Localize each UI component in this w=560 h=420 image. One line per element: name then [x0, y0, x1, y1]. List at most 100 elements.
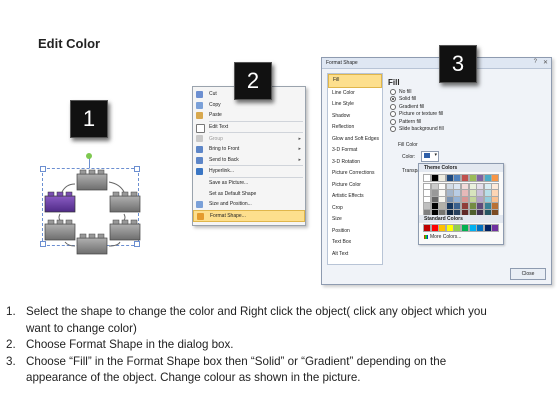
color-palette-dropdown: Theme Colors Standard Colors More Colors…	[418, 163, 504, 245]
category-picture-color[interactable]: Picture Color	[328, 180, 382, 192]
menu-item-label: Save as Picture...	[209, 180, 249, 187]
menu-item-bring-to-front[interactable]: Bring to Front ▸	[193, 144, 305, 155]
more-colors-item[interactable]: More Colors...	[424, 234, 461, 240]
menu-item-label: Set as Default Shape	[209, 190, 257, 197]
radio-pattern-fill[interactable]: Pattern fill	[390, 118, 470, 126]
instruction-text: want to change color)	[26, 321, 137, 335]
send-back-icon	[196, 156, 203, 164]
dialog-title: Format Shape	[326, 60, 358, 66]
radio-picture-fill[interactable]: Picture or texture fill	[390, 111, 470, 119]
dialog-titlebar: Format Shape ? ✕	[322, 58, 551, 69]
paste-icon	[196, 112, 203, 120]
color-swatch[interactable]	[491, 174, 500, 182]
menu-item-save-as-picture[interactable]: Save as Picture...	[193, 178, 305, 189]
menu-item-format-shape[interactable]: Format Shape...	[193, 209, 305, 223]
brick-bottom[interactable]	[76, 233, 108, 255]
menu-item-copy[interactable]: Copy	[193, 100, 305, 111]
rotation-handle[interactable]	[86, 153, 92, 159]
submenu-arrow-icon: ▸	[298, 156, 301, 163]
radio-solid-fill[interactable]: Solid fill	[390, 96, 470, 104]
standard-colors-heading: Standard Colors	[424, 216, 463, 222]
menu-item-label: Send to Back	[209, 156, 239, 163]
menu-item-label: Paste	[209, 112, 222, 119]
radio-dot	[390, 103, 396, 110]
instruction-1: 1. Select the shape to change the color …	[6, 304, 546, 337]
menu-item-group[interactable]: Group ▸	[193, 133, 305, 144]
menu-item-label: Hyperlink...	[209, 168, 235, 175]
menu-item-size-and-position[interactable]: Size and Position...	[193, 199, 305, 210]
submenu-arrow-icon: ▸	[298, 146, 301, 153]
category-shadow[interactable]: Shadow	[328, 111, 382, 123]
color-wheel-icon	[424, 235, 428, 239]
radio-dot	[390, 88, 396, 95]
instruction-text: Choose Format Shape in the dialog box.	[26, 338, 234, 351]
instructions: 1. Select the shape to change the color …	[6, 304, 546, 387]
category-crop[interactable]: Crop	[328, 203, 382, 215]
brick-right[interactable]	[109, 191, 141, 213]
brick-bottom-left[interactable]	[44, 219, 76, 241]
copy-icon	[196, 101, 203, 109]
radio-gradient-fill[interactable]: Gradient fill	[390, 103, 470, 111]
page-title: Edit Color	[38, 36, 101, 51]
menu-item-hyperlink[interactable]: Hyperlink...	[193, 166, 305, 177]
format-shape-icon	[197, 212, 204, 220]
menu-item-edit-text[interactable]: Edit Text	[193, 122, 305, 133]
fill-options: No fill Solid fill Gradient fill Picture…	[390, 88, 470, 133]
standard-color-grid	[423, 224, 501, 232]
menu-item-label: Group	[209, 135, 223, 142]
radio-dot	[390, 96, 396, 103]
menu-item-set-default-shape[interactable]: Set as Default Shape	[193, 188, 305, 199]
step-badge-2: 2	[234, 62, 272, 100]
menu-item-label: Edit Text	[209, 124, 229, 131]
brick-top[interactable]	[76, 169, 108, 191]
category-list: Fill Line Color Line Style Shadow Reflec…	[327, 73, 383, 265]
instruction-3: 3. Choose “Fill” in the Format Shape box…	[6, 354, 546, 387]
category-line-color[interactable]: Line Color	[328, 88, 382, 100]
category-picture-corrections[interactable]: Picture Corrections	[328, 168, 382, 180]
help-icon[interactable]: ?	[534, 59, 537, 65]
category-fill[interactable]: Fill	[328, 74, 382, 88]
group-icon	[196, 135, 203, 143]
category-3d-rotation[interactable]: 3-D Rotation	[328, 157, 382, 169]
fill-heading: Fill	[388, 78, 400, 87]
default-shape-icon	[196, 190, 203, 197]
paint-bucket-icon	[424, 153, 430, 158]
save-picture-icon	[196, 180, 203, 187]
color-picker-button[interactable]: ▾	[421, 151, 439, 162]
menu-item-send-to-back[interactable]: Send to Back ▸	[193, 155, 305, 166]
radio-dot	[390, 118, 396, 125]
category-alt-text[interactable]: Alt Text	[328, 249, 382, 261]
category-position[interactable]: Position	[328, 226, 382, 238]
step-badge-3: 3	[439, 45, 477, 83]
menu-item-label: Bring to Front	[209, 146, 240, 153]
hyperlink-icon	[196, 168, 203, 176]
instruction-number: 1.	[6, 305, 16, 318]
instruction-text: Select the shape to change the color and…	[26, 305, 487, 318]
category-glow[interactable]: Glow and Soft Edges	[328, 134, 382, 146]
brick-left-selected[interactable]	[44, 191, 76, 213]
category-artistic-effects[interactable]: Artistic Effects	[328, 191, 382, 203]
category-reflection[interactable]: Reflection	[328, 122, 382, 134]
color-label: Color:	[402, 154, 416, 160]
instruction-text: appearance of the object. Change colour …	[26, 371, 361, 384]
brick-bottom-right[interactable]	[109, 219, 141, 241]
radio-label: Pattern fill	[399, 118, 422, 125]
instruction-number: 2.	[6, 338, 16, 351]
theme-color-grid	[423, 174, 501, 217]
brick-diagram	[44, 169, 141, 255]
menu-item-paste[interactable]: Paste	[193, 110, 305, 121]
radio-label: Slide background fill	[399, 126, 444, 133]
radio-no-fill[interactable]: No fill	[390, 88, 470, 96]
radio-label: Solid fill	[399, 96, 417, 103]
bring-front-icon	[196, 145, 203, 153]
category-line-style[interactable]: Line Style	[328, 99, 382, 111]
close-icon[interactable]: ✕	[543, 59, 548, 66]
radio-slide-background-fill[interactable]: Slide background fill	[390, 126, 470, 134]
category-size[interactable]: Size	[328, 214, 382, 226]
menu-item-label: Copy	[209, 101, 221, 108]
standard-color-swatch[interactable]	[491, 224, 500, 232]
close-button[interactable]: Close	[510, 268, 546, 280]
context-menu: Cut Copy Paste Edit Text Group ▸ Bring to…	[192, 86, 306, 226]
category-3d-format[interactable]: 3-D Format	[328, 145, 382, 157]
category-text-box[interactable]: Text Box	[328, 237, 382, 249]
